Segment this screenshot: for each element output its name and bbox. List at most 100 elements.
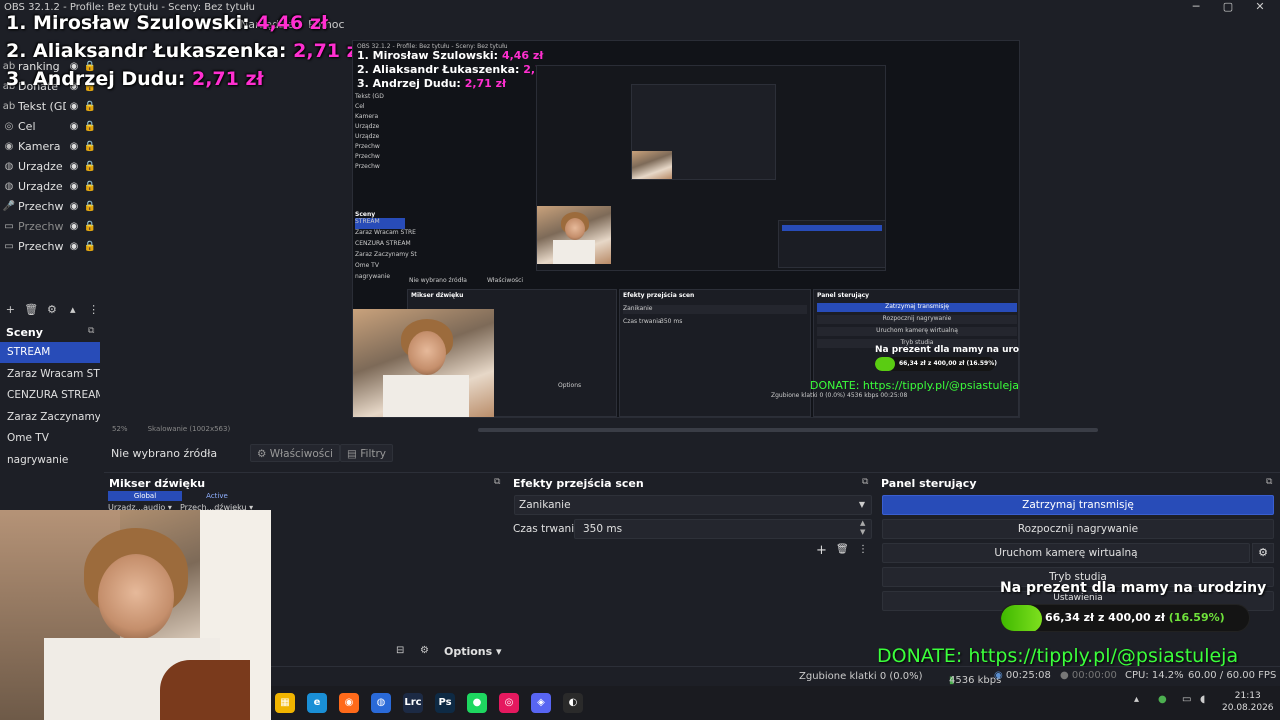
- source-item[interactable]: ◍ Urządze ◉ 🔒: [0, 176, 104, 196]
- file-explorer-icon[interactable]: ▦: [275, 693, 295, 713]
- gear-icon: ⚙: [1258, 546, 1268, 559]
- virtual-camera-settings-button[interactable]: ⚙: [1252, 543, 1274, 563]
- delete-source-icon[interactable]: 🗑: [21, 303, 42, 316]
- dock-float-icon[interactable]: ⧉: [88, 326, 94, 336]
- source-item[interactable]: ab Tekst (GD ◉ 🔒: [0, 96, 104, 116]
- audio-icon: ◍: [4, 180, 14, 192]
- start-recording-button[interactable]: Rozpocznij nagrywanie: [882, 519, 1274, 539]
- eye-icon[interactable]: ◉: [66, 241, 82, 252]
- ranking-line-1: 1. Mirosław Szulowski: 4,46 zł: [6, 12, 328, 34]
- start-virtual-camera-button[interactable]: Uruchom kamerę wirtualną: [882, 543, 1250, 563]
- browser-icon[interactable]: ◍: [371, 693, 391, 713]
- lock-icon[interactable]: 🔒: [82, 201, 98, 212]
- controls-dock: Panel sterujący ⧉ Zatrzymaj transmisję R…: [876, 472, 1280, 666]
- dock-float-icon[interactable]: ⧉: [494, 477, 500, 487]
- obs-icon[interactable]: ◐: [563, 693, 583, 713]
- properties-button[interactable]: ⚙ Właściwości: [250, 444, 340, 462]
- lock-icon[interactable]: 🔒: [82, 221, 98, 232]
- eye-icon[interactable]: ◉: [66, 141, 82, 152]
- nested-status: Zgubione klatki 0 (0.0%) 4536 kbps 00:25…: [771, 392, 908, 399]
- lock-icon[interactable]: 🔒: [82, 181, 98, 192]
- advanced-settings-icon[interactable]: ⚙: [420, 645, 429, 656]
- delete-transition-icon[interactable]: 🗑: [836, 544, 849, 555]
- source-item[interactable]: 🎤 Przechw ◉ 🔒: [0, 196, 104, 216]
- scaling-info: Skalowanie (1002x563): [147, 425, 231, 433]
- dock-float-icon[interactable]: ⧉: [862, 477, 868, 487]
- nested-source-item: Cel: [355, 103, 365, 110]
- duration-spinner[interactable]: ▲ ▼: [860, 519, 865, 537]
- layout-icon[interactable]: ⊟: [396, 645, 404, 656]
- lock-icon[interactable]: 🔒: [82, 121, 98, 132]
- source-item[interactable]: ▭ Przechw ◉ 🔒: [0, 216, 104, 236]
- eye-icon[interactable]: ◉: [66, 121, 82, 132]
- source-item[interactable]: ◍ Urządze ◉ 🔒: [0, 156, 104, 176]
- goal-progress-fill: [1001, 605, 1043, 631]
- add-transition-icon[interactable]: +: [816, 543, 827, 558]
- scene-item[interactable]: Zaraz Wracam STREAM: [0, 364, 100, 385]
- photoshop-icon[interactable]: Ps: [435, 693, 455, 713]
- preview-zoom-row: 52% Skalowanie (1002x563): [112, 425, 230, 433]
- goal-text: 66,34 zł z 400,00 zł (16.59%): [1045, 611, 1225, 624]
- source-item[interactable]: ◎ Cel ◉ 🔒: [0, 116, 104, 136]
- eye-icon[interactable]: ◉: [66, 201, 82, 212]
- add-source-icon[interactable]: +: [0, 303, 21, 316]
- mixer-tab-active[interactable]: Active: [182, 491, 252, 501]
- eye-icon[interactable]: ◉: [66, 221, 82, 232]
- scene-item[interactable]: CENZURA STREAM: [0, 385, 100, 406]
- minimize-button[interactable]: ─: [1181, 0, 1211, 16]
- spotify-icon[interactable]: ●: [467, 693, 487, 713]
- lrc-icon[interactable]: Lrc: [403, 693, 423, 713]
- scene-item[interactable]: Zaraz Zaczynamy STREAM: [0, 407, 100, 428]
- system-clock[interactable]: 21:13 20.08.2026: [1222, 690, 1274, 714]
- scene-item[interactable]: STREAM: [0, 342, 100, 363]
- music-icon[interactable]: ◎: [499, 693, 519, 713]
- nested-source-item: Przechw: [355, 153, 380, 160]
- volume-icon[interactable]: ◖: [1200, 694, 1205, 705]
- more-icon[interactable]: ⋮: [83, 303, 104, 316]
- transition-select[interactable]: Zanikanie ▼: [514, 495, 872, 515]
- dock-float-icon[interactable]: ⧉: [1266, 477, 1272, 487]
- mic-icon[interactable]: ●: [1158, 694, 1167, 705]
- nested-goal-text: 66,34 zł z 400,00 zł (16.59%): [899, 360, 997, 367]
- lock-icon[interactable]: 🔒: [82, 141, 98, 152]
- lock-icon[interactable]: 🔒: [82, 241, 98, 252]
- source-item-label: Przechw: [18, 239, 64, 253]
- scene-item[interactable]: Ome TV: [0, 428, 100, 449]
- stop-streaming-button[interactable]: Zatrzymaj transmisję: [882, 495, 1274, 515]
- source-item[interactable]: ◉ Kamera ◉ 🔒: [0, 136, 104, 156]
- preview-scrollbar[interactable]: [478, 428, 1098, 432]
- target-icon: ◎: [4, 120, 14, 132]
- fps-counter: 60.00 / 60.00 FPS: [1188, 670, 1277, 681]
- nested-ranking-1: 1. Mirosław Szulowski: 4,46 zł: [357, 49, 544, 62]
- camera-icon: ◉: [4, 140, 14, 152]
- eye-icon[interactable]: ◉: [66, 101, 82, 112]
- network-icon[interactable]: ▭: [1182, 694, 1191, 705]
- eye-icon[interactable]: ◉: [66, 161, 82, 172]
- gear-icon[interactable]: ⚙: [42, 303, 63, 316]
- lock-icon[interactable]: 🔒: [82, 101, 98, 112]
- filters-button[interactable]: ▤ Filtry: [340, 444, 394, 462]
- edge-icon[interactable]: e: [307, 693, 327, 713]
- close-button[interactable]: ✕: [1245, 0, 1275, 16]
- scene-item[interactable]: nagrywanie: [0, 450, 100, 471]
- cpu-usage: CPU: 14.2%: [1125, 670, 1184, 681]
- move-up-icon[interactable]: ▴: [62, 303, 83, 316]
- discord-icon[interactable]: ◈: [531, 693, 551, 713]
- zoom-level[interactable]: 52%: [112, 425, 128, 433]
- more-icon[interactable]: ⋮: [858, 544, 868, 555]
- mixer-tab-global[interactable]: Global: [108, 491, 182, 501]
- eye-icon[interactable]: ◉: [66, 181, 82, 192]
- mixer-options-button[interactable]: Options ▾: [444, 645, 502, 658]
- lock-icon[interactable]: 🔒: [82, 161, 98, 172]
- maximize-button[interactable]: ▢: [1213, 0, 1243, 16]
- duration-input[interactable]: 350 ms: [574, 519, 872, 539]
- source-item[interactable]: ▭ Przechw ◉ 🔒: [0, 236, 104, 256]
- source-toolbar: Nie wybrano źródła ⚙ Właściwości ▤ Filtr…: [104, 442, 1280, 464]
- firefox-icon[interactable]: ◉: [339, 693, 359, 713]
- nested-scene-item: Zaraz Zaczynamy St: [355, 251, 417, 258]
- nested-scene-item: Zaraz Wracam STRE: [355, 229, 416, 236]
- preview-canvas[interactable]: OBS 32.1.2 - Profile: Bez tytułu - Sceny…: [352, 40, 1020, 418]
- tray-chevron-icon[interactable]: ▴: [1134, 694, 1139, 705]
- nested-source-item: Urządze: [355, 123, 380, 130]
- donate-link: DONATE: https://tipply.pl/@psiastuleja: [877, 645, 1239, 667]
